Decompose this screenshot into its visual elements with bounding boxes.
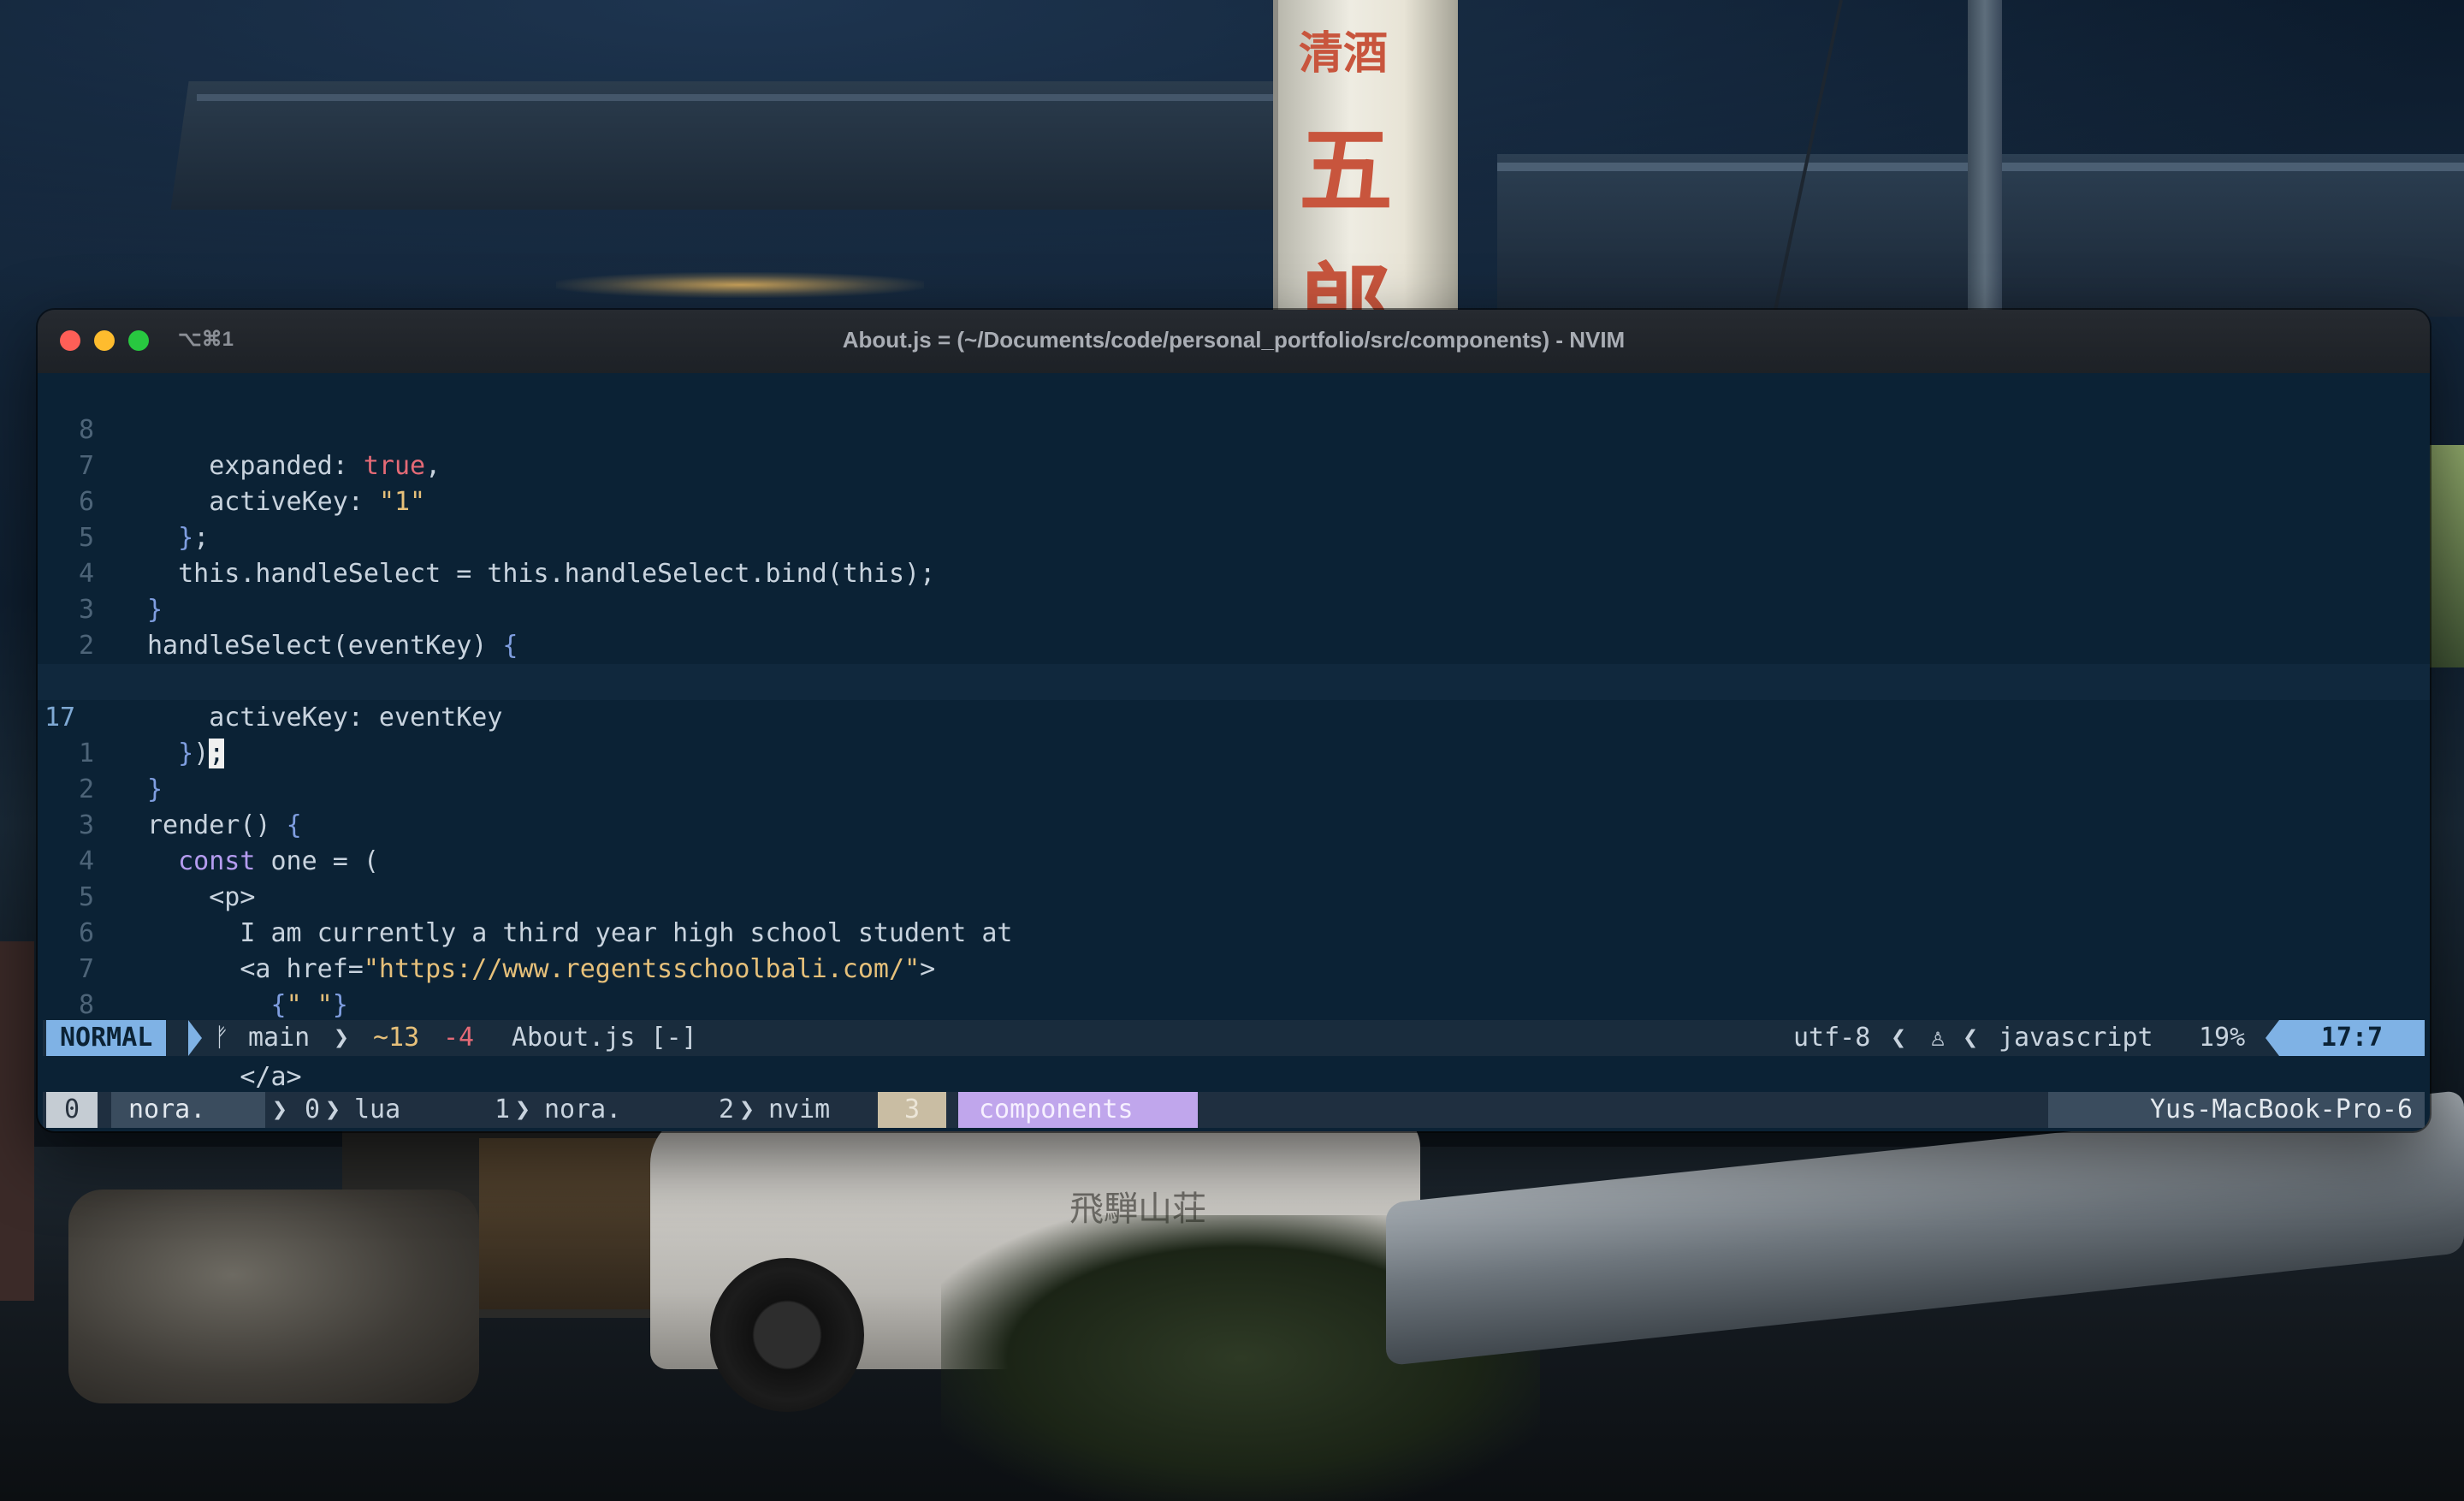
tmux-session-number: 0 — [46, 1092, 98, 1128]
terminal-window[interactable]: ⌥⌘1 About.js = (~/Documents/code/persona… — [38, 310, 2430, 1131]
chevron-right-icon: ❯ — [739, 1095, 755, 1124]
code-line[interactable]: 4 <p> — [38, 808, 2430, 912]
chevron-right-icon: ❯ — [334, 1023, 350, 1053]
tmux-window-number[interactable]: 0 — [286, 1092, 320, 1128]
tmux-window-number[interactable]: 2 — [700, 1092, 734, 1128]
code-line[interactable]: 4 } — [38, 520, 2430, 625]
git-branch-icon: ᚠ — [214, 1023, 229, 1053]
chevron-left-icon: ❮ — [1891, 1023, 1907, 1053]
current-code-line[interactable]: 17 }); — [38, 664, 2430, 768]
code-line[interactable]: 7 activeKey: "1" — [38, 412, 2430, 517]
tmux-session-name: nora. — [111, 1092, 265, 1128]
file-percent: 19% — [2199, 1023, 2246, 1053]
code-line[interactable]: 1 } — [38, 700, 2430, 804]
code-line[interactable]: 2 render() { — [38, 736, 2430, 840]
wallpaper-door-glow — [479, 1138, 659, 1309]
wallpaper-stone-wall — [68, 1190, 479, 1403]
code-line[interactable]: 5 I am currently a third year high schoo… — [38, 844, 2430, 948]
tmux-active-window-name[interactable]: components — [958, 1092, 1198, 1128]
wallpaper-utility-pole — [1968, 0, 2002, 325]
file-type: javascript — [1999, 1023, 2153, 1053]
mode-separator — [188, 1020, 202, 1056]
file-name: About.js [-] — [512, 1023, 697, 1053]
code-line[interactable]: 9 </a> — [38, 988, 2430, 1092]
wallpaper-van-wheel — [710, 1258, 864, 1412]
code-line[interactable]: 2 this.setState({ — [38, 592, 2430, 697]
wallpaper-roof-line — [197, 94, 1275, 101]
cursor-position: 17:7 — [2279, 1020, 2425, 1056]
tmux-window-number[interactable]: 1 — [476, 1092, 510, 1128]
code-line[interactable]: 6 }; — [38, 448, 2430, 553]
git-added-count: ~13 — [373, 1023, 420, 1053]
code-line[interactable]: 1 activeKey: eventKey — [38, 628, 2430, 733]
wallpaper-shop-sign: 清酒 五郎 — [1273, 0, 1458, 363]
tmux-hostname: Yus-MacBook-Pro-6 — [2048, 1092, 2425, 1128]
window-title: About.js = (~/Documents/code/personal_po… — [842, 327, 1626, 353]
window-titlebar[interactable]: ⌥⌘1 About.js = (~/Documents/code/persona… — [38, 310, 2430, 375]
git-removed-count: -4 — [443, 1023, 475, 1053]
position-separator — [2266, 1020, 2279, 1056]
code-line[interactable]: 5 this.handleSelect = this.handleSelect.… — [38, 484, 2430, 589]
code-text: </a> — [147, 1062, 302, 1092]
editor-buffer[interactable]: 8 expanded: true, 7 activeKey: "1" 6 }; … — [38, 373, 2430, 1092]
tmux-statusbar: 0 nora. ❯ 0 ❯ lua 1 ❯ nora. 2 ❯ nvim 3 c… — [43, 1092, 2425, 1128]
git-branch-name: main — [248, 1023, 311, 1053]
code-line[interactable]: 3 const one = ( — [38, 772, 2430, 876]
wallpaper-window-light — [2430, 445, 2464, 667]
vim-statusline: NORMAL ᚠ main ❯ ~13 -4 About.js [-] utf-… — [43, 1020, 2425, 1056]
chevron-right-icon: ❯ — [325, 1095, 341, 1124]
linux-tux-icon: ♙ — [1930, 1023, 1946, 1053]
code-line[interactable]: 8 expanded: true, — [38, 377, 2430, 481]
tmux-window-name[interactable]: nora. — [544, 1092, 621, 1128]
tmux-active-window-number[interactable]: 3 — [878, 1092, 946, 1128]
chevron-left-icon: ❮ — [1963, 1023, 1979, 1053]
chevron-right-icon: ❯ — [515, 1095, 531, 1124]
code-line[interactable]: 3 handleSelect(eventKey) { — [38, 556, 2430, 661]
tmux-window-name[interactable]: nvim — [768, 1092, 830, 1128]
code-line[interactable]: 6 <a href="https://www.regentsschoolbali… — [38, 880, 2430, 984]
wallpaper-left-pole — [0, 941, 34, 1301]
sign-text-top: 清酒 — [1299, 27, 1389, 80]
mode-indicator: NORMAL — [46, 1020, 167, 1056]
tmux-window-name[interactable]: lua — [354, 1092, 400, 1128]
wallpaper-lamp-glow — [556, 272, 924, 298]
file-encoding: utf-8 — [1793, 1023, 1871, 1053]
code-line[interactable]: 8 Regents School — [38, 952, 2430, 1056]
code-line[interactable]: 7 {" "} — [38, 916, 2430, 1020]
